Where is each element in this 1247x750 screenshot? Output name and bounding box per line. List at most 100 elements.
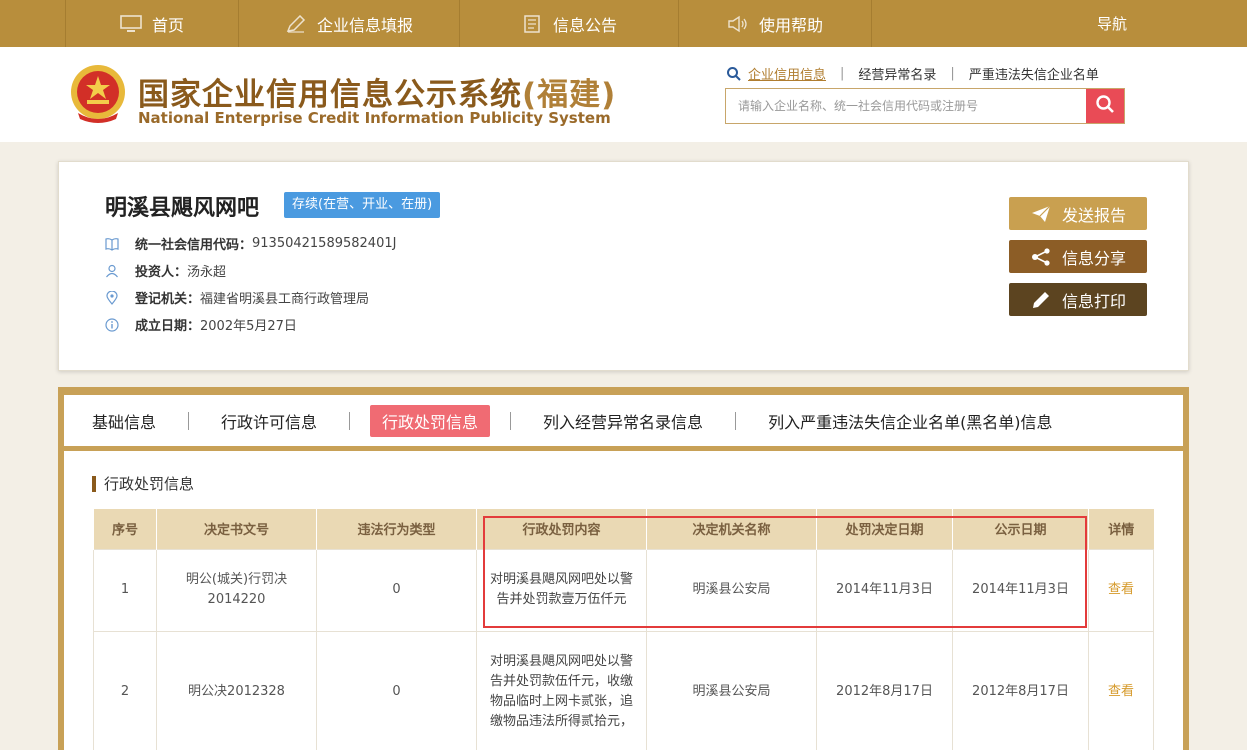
print-label: 信息打印 [1061, 291, 1126, 311]
book-icon [105, 237, 119, 251]
cell-no: 1 [93, 548, 157, 632]
status-badge: 存续(在营、开业、在册) [284, 192, 441, 218]
nav-guide[interactable]: 导航 [872, 0, 1247, 47]
cell-publish-date: 2014年11月3日 [952, 548, 1089, 632]
tab-separator [188, 411, 190, 430]
nav-label-help: 使用帮助 [758, 15, 823, 35]
section-title-bar [92, 475, 96, 492]
view-detail-link[interactable]: 查看 [1108, 684, 1134, 699]
info-founded: 成立日期： 2002年5月27日 [105, 315, 297, 334]
cell-detail: 查看 [1088, 630, 1154, 750]
person-icon [105, 264, 119, 278]
cell-doc: 明公(城关)行罚决2014220 [156, 548, 317, 632]
tab-admin-penalty[interactable]: 行政处罚信息 [370, 404, 491, 437]
tab-separator [510, 411, 512, 430]
nav-item-notice[interactable]: 信息公告 [460, 0, 679, 47]
share-label: 信息分享 [1061, 248, 1126, 268]
company-name: 明溪县飓风网吧 [105, 196, 260, 221]
monitor-icon [120, 14, 142, 33]
company-card: 明溪县飓风网吧 存续(在营、开业、在册) 统一社会信用代码： 913504215… [58, 161, 1189, 371]
pen-icon [285, 14, 307, 33]
penalty-table: 序号 决定书文号 违法行为类型 行政处罚内容 决定机关名称 处罚决定日期 公示日… [93, 509, 1154, 750]
site-title: 国家企业信用信息公示系统(福建) [138, 69, 616, 114]
nav-label-home: 首页 [151, 15, 184, 35]
cell-detail: 查看 [1088, 548, 1154, 632]
share-icon [1030, 247, 1052, 267]
nav-item-report[interactable]: 企业信息填报 [239, 0, 460, 47]
send-report-button[interactable]: 发送报告 [1009, 197, 1147, 230]
nav-spacer [0, 0, 66, 47]
founded-value: 2002年5月27日 [200, 319, 297, 334]
info-registrar: 登记机关： 福建省明溪县工商行政管理局 [105, 288, 369, 307]
link-abnormal-list[interactable]: 经营异常名录 [858, 64, 936, 83]
nav-item-home[interactable]: 首页 [66, 0, 239, 47]
credit-code-value: 91350421589582401J [252, 236, 397, 251]
col-header-doc: 决定书文号 [156, 509, 317, 549]
col-header-type: 违法行为类型 [316, 509, 477, 549]
tab-separator [349, 411, 351, 430]
table-row: 2 明公决2012328 0 对明溪县飓风网吧处以警告并处罚款伍仟元，收缴物品临… [93, 630, 1154, 750]
site-title-province: (福建) [522, 77, 617, 113]
tab-admin-license[interactable]: 行政许可信息 [209, 405, 329, 437]
send-icon [1030, 204, 1052, 224]
tab-separator [735, 411, 737, 430]
investor-label: 投资人： [135, 265, 188, 280]
search-button[interactable] [1086, 89, 1124, 123]
document-icon [521, 14, 543, 33]
speaker-icon [727, 15, 749, 33]
link-credit-info[interactable]: 企业信用信息 [748, 64, 826, 83]
credit-code-label: 统一社会信用代码： [135, 238, 253, 253]
pencil-icon [1030, 290, 1052, 310]
table-header-row: 序号 决定书文号 违法行为类型 行政处罚内容 决定机关名称 处罚决定日期 公示日… [93, 509, 1154, 549]
info-tabs: 基础信息 行政许可信息 行政处罚信息 列入经营异常名录信息 列入严重违法失信企业… [64, 395, 1183, 446]
registrar-value: 福建省明溪县工商行政管理局 [200, 292, 370, 307]
location-pin-icon [105, 290, 119, 305]
tab-abnormal-list[interactable]: 列入经营异常名录信息 [531, 405, 715, 437]
col-header-authority: 决定机关名称 [646, 509, 817, 549]
search-icon [1095, 94, 1115, 118]
col-header-content: 行政处罚内容 [476, 509, 647, 549]
cell-decision-date: 2014年11月3日 [816, 548, 953, 632]
view-detail-link[interactable]: 查看 [1108, 582, 1134, 597]
col-header-no: 序号 [93, 509, 157, 549]
registrar-label: 登记机关： [135, 292, 201, 307]
table-row: 1 明公(城关)行罚决2014220 0 对明溪县飓风网吧处以警告并处罚款壹万伍… [93, 548, 1154, 632]
site-title-main: 国家企业信用信息公示系统 [138, 77, 522, 113]
search-input[interactable]: 请输入企业名称、统一社会信用代码或注册号 [726, 89, 1086, 123]
nav-item-help[interactable]: 使用帮助 [679, 0, 872, 47]
cell-type: 0 [316, 630, 477, 750]
header-links: 企业信用信息 | 经营异常名录 | 严重违法失信企业名单 [726, 64, 1099, 83]
search-icon [726, 66, 742, 82]
section-title: 行政处罚信息 [92, 473, 194, 494]
cell-type: 0 [316, 548, 477, 632]
print-button[interactable]: 信息打印 [1009, 283, 1147, 316]
penalty-content: 行政处罚信息 序号 决定书文号 违法行为类型 行政处罚内容 决定机关名称 处罚决… [64, 451, 1183, 750]
link-separator: | [950, 66, 955, 81]
info-investor: 投资人： 汤永超 [105, 261, 226, 280]
section-title-text: 行政处罚信息 [104, 475, 195, 493]
link-blacklist[interactable]: 严重违法失信企业名单 [969, 64, 1099, 83]
info-icon [105, 317, 119, 332]
cell-no: 2 [93, 630, 157, 750]
cell-publish-date: 2012年8月17日 [952, 630, 1089, 750]
cell-authority: 明溪县公安局 [646, 548, 817, 632]
cell-decision-date: 2012年8月17日 [816, 630, 953, 750]
tab-basic-info[interactable]: 基础信息 [80, 405, 168, 437]
cell-authority: 明溪县公安局 [646, 630, 817, 750]
cell-content: 对明溪县飓风网吧处以警告并处罚款壹万伍仟元 [476, 548, 647, 632]
tab-blacklist[interactable]: 列入严重违法失信企业名单(黑名单)信息 [756, 405, 1065, 437]
info-credit-code: 统一社会信用代码： 91350421589582401J [105, 234, 396, 253]
link-separator: | [840, 66, 845, 81]
top-nav: 首页 企业信息填报 信息公告 使用帮助 导航 [0, 0, 1247, 47]
cell-doc: 明公决2012328 [156, 630, 317, 750]
col-header-detail: 详情 [1088, 509, 1154, 549]
site-header: 国家企业信用信息公示系统(福建) National Enterprise Cre… [0, 47, 1247, 142]
nav-label-report: 企业信息填报 [316, 15, 413, 35]
national-emblem-icon [68, 63, 128, 125]
col-header-decision-date: 处罚决定日期 [816, 509, 953, 549]
search-box: 请输入企业名称、统一社会信用代码或注册号 [725, 88, 1125, 124]
send-report-label: 发送报告 [1061, 205, 1126, 225]
share-button[interactable]: 信息分享 [1009, 240, 1147, 273]
site-title-en: National Enterprise Credit Information P… [138, 109, 611, 127]
founded-label: 成立日期： [135, 319, 201, 334]
